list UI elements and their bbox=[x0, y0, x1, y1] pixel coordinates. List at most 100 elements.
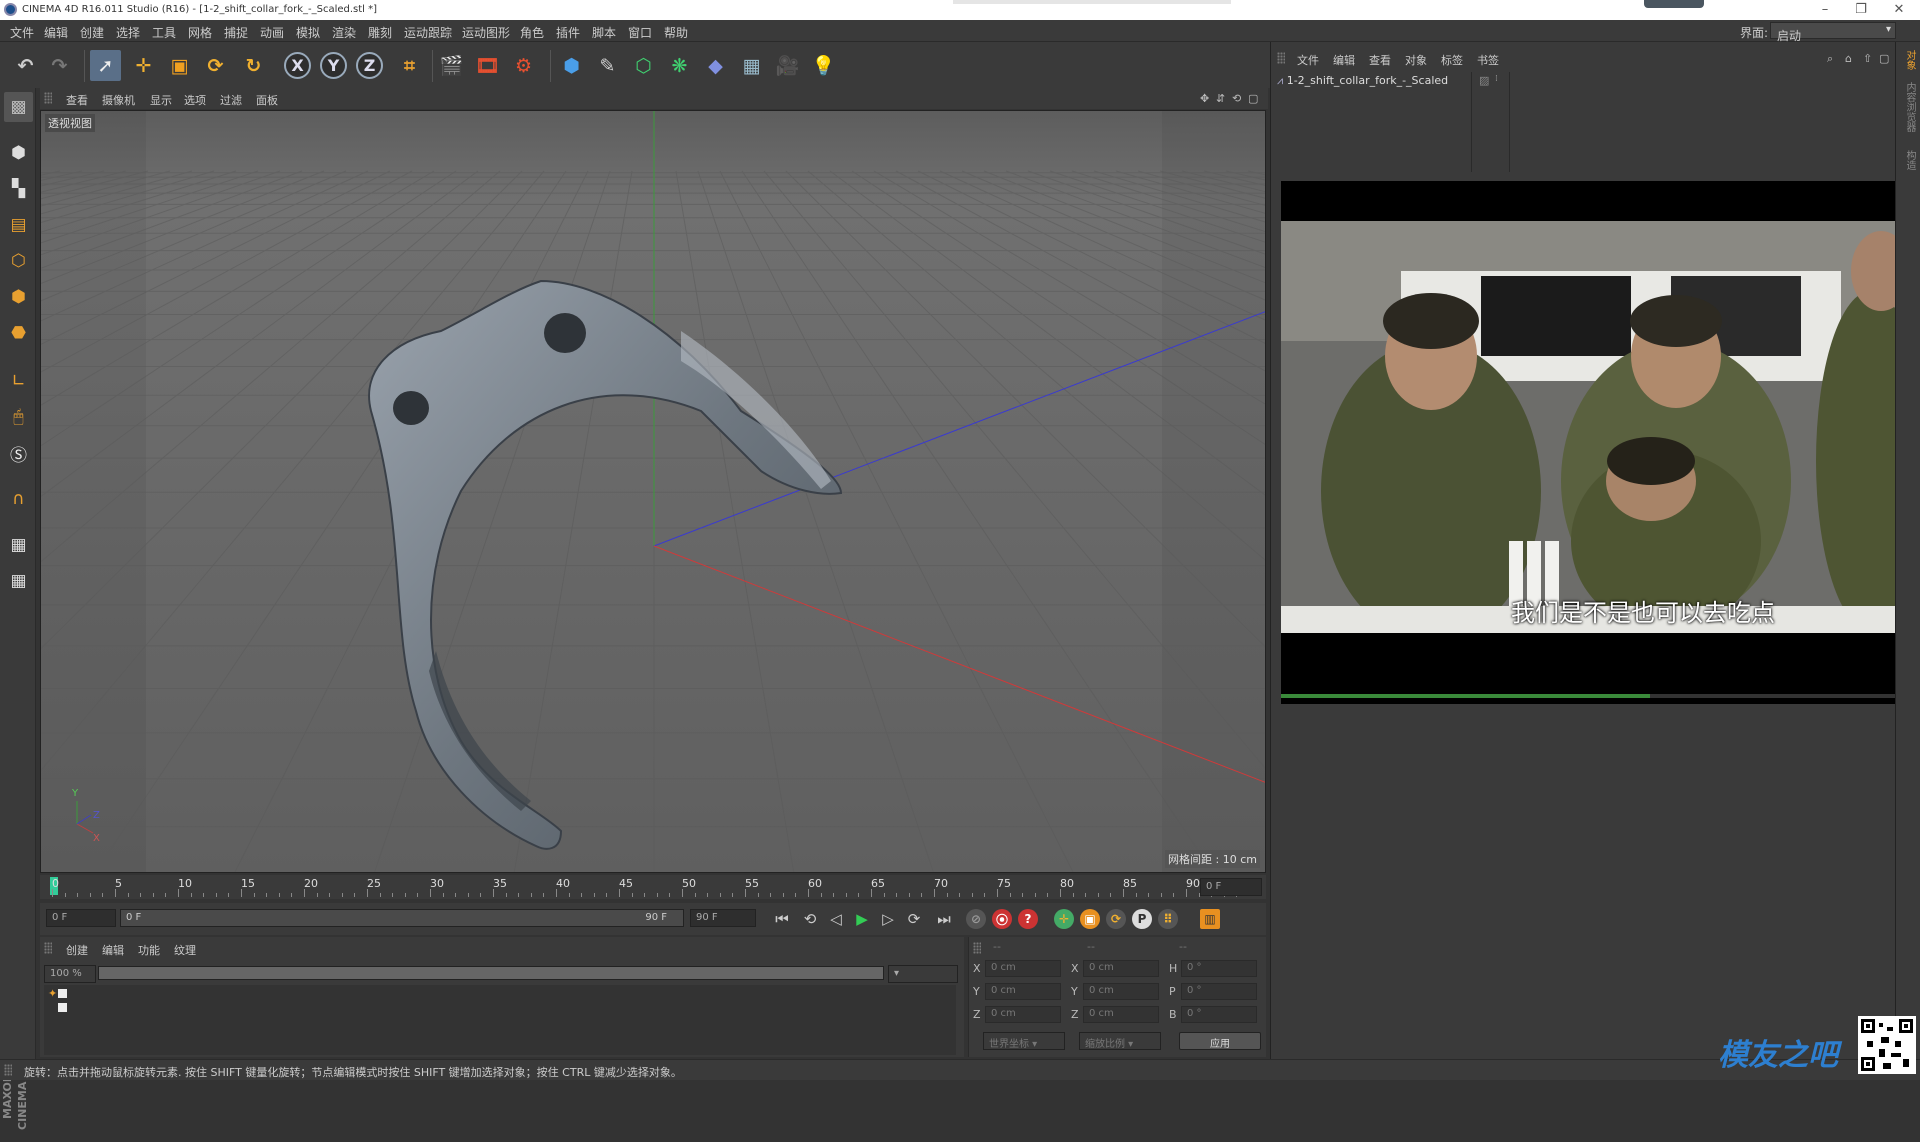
tab-content-browser[interactable]: 内容浏览器 bbox=[1899, 82, 1917, 132]
material-zoom-field[interactable]: 100 % bbox=[44, 965, 96, 983]
polygons-mode-icon[interactable]: ⬣ bbox=[4, 318, 33, 348]
position-y-field[interactable]: 0 cm bbox=[985, 983, 1061, 1000]
menu-script[interactable]: 脚本 bbox=[592, 24, 616, 41]
select-arrow-icon[interactable]: ➚ bbox=[90, 50, 121, 81]
coord-scale-dropdown[interactable]: 缩放比例 ▾ bbox=[1079, 1032, 1161, 1050]
go-to-end-icon[interactable]: ⏭ bbox=[932, 907, 956, 931]
minimize-icon[interactable]: – bbox=[1810, 2, 1840, 17]
rotation-b-field[interactable]: 0 ° bbox=[1181, 1006, 1257, 1023]
rotation-p-field[interactable]: 0 ° bbox=[1181, 983, 1257, 1000]
menu-help[interactable]: 帮助 bbox=[664, 24, 688, 41]
scale-icon[interactable]: ▣ bbox=[164, 50, 195, 81]
material-menu-edit[interactable]: 编辑 bbox=[102, 942, 124, 958]
snap-icon[interactable]: Ⓢ bbox=[4, 438, 33, 468]
move-icon[interactable]: ✛ bbox=[128, 50, 159, 81]
object-menu-bookmarks[interactable]: 书签 bbox=[1477, 52, 1499, 68]
object-menu-edit[interactable]: 编辑 bbox=[1333, 52, 1355, 68]
menu-simulate[interactable]: 模拟 bbox=[296, 24, 320, 41]
object-home-icon[interactable]: ⌂ bbox=[1845, 52, 1852, 65]
viewport-zoom-icon[interactable]: ⇵ bbox=[1216, 92, 1225, 105]
position-z-field[interactable]: 0 cm bbox=[985, 1006, 1061, 1023]
workplane-icon[interactable]: ▤ bbox=[4, 210, 33, 240]
menu-select[interactable]: 选择 bbox=[116, 24, 140, 41]
viewport-menu-display[interactable]: 显示 bbox=[150, 92, 172, 108]
edges-mode-icon[interactable]: ⬢ bbox=[4, 282, 33, 312]
undo-icon[interactable]: ↶ bbox=[10, 50, 41, 81]
planar-workplane-icon[interactable]: ▦ bbox=[4, 566, 33, 596]
keyframe-selection-icon[interactable]: ⊘ bbox=[966, 909, 986, 929]
menu-tools[interactable]: 工具 bbox=[152, 24, 176, 41]
recent-tool-icon[interactable]: ↻ bbox=[238, 50, 269, 81]
spline-pen-icon[interactable]: ✎ bbox=[592, 50, 623, 81]
end-frame-field[interactable]: 90 F bbox=[690, 909, 756, 927]
timeline-ruler[interactable]: 0 5 10 15 20 25 30 35 40 45 50 55 60 65 70 75 80 85 90 0 F bbox=[40, 875, 1266, 899]
viewport-menu-filter[interactable]: 过滤 bbox=[220, 92, 242, 108]
z-axis-lock-button[interactable]: Z bbox=[356, 52, 383, 79]
material-add-icon[interactable]: ✦ bbox=[48, 987, 57, 1000]
render-settings-icon[interactable]: ⚙ bbox=[508, 50, 539, 81]
object-menu-view[interactable]: 查看 bbox=[1369, 52, 1391, 68]
video-player[interactable]: 我们是不是也可以去吃点 bbox=[1281, 181, 1896, 704]
render-view-icon[interactable]: 🎬 bbox=[436, 50, 467, 81]
key-scale-icon[interactable]: ▣ bbox=[1080, 909, 1100, 929]
menu-animate[interactable]: 动画 bbox=[260, 24, 284, 41]
size-z-field[interactable]: 0 cm bbox=[1083, 1006, 1159, 1023]
coordinate-system-icon[interactable]: ⌗ bbox=[394, 50, 425, 81]
camera-icon[interactable]: 🎥 bbox=[772, 50, 803, 81]
menu-edit[interactable]: 编辑 bbox=[44, 24, 68, 41]
restore-icon[interactable]: ❐ bbox=[1846, 2, 1876, 17]
key-pla-icon[interactable]: ⠿ bbox=[1158, 909, 1178, 929]
magnet-icon[interactable]: ∩ bbox=[4, 484, 33, 514]
array-icon[interactable]: ❋ bbox=[664, 50, 695, 81]
floor-icon[interactable]: ▦ bbox=[736, 50, 767, 81]
menu-sculpt[interactable]: 雕刻 bbox=[368, 24, 392, 41]
video-progress-bar[interactable] bbox=[1281, 694, 1896, 698]
key-rotation-icon[interactable]: ⟳ bbox=[1106, 909, 1126, 929]
perspective-viewport[interactable]: Y Z X 透视视图 网格间距 : 10 cm bbox=[40, 110, 1266, 873]
floating-tab[interactable] bbox=[1644, 0, 1704, 8]
position-x-field[interactable]: 0 cm bbox=[985, 960, 1061, 977]
texture-mode-icon[interactable]: ▚ bbox=[4, 174, 33, 204]
viewport-menu-panel[interactable]: 面板 bbox=[256, 92, 278, 108]
tab-objects[interactable]: 对象 bbox=[1899, 50, 1917, 70]
render-picture-viewer-icon[interactable]: 🎞 bbox=[472, 50, 503, 81]
key-parameter-icon[interactable]: P bbox=[1132, 909, 1152, 929]
subdivision-icon[interactable]: ⬡ bbox=[628, 50, 659, 81]
timeline-window-icon[interactable]: ▥ bbox=[1200, 909, 1220, 929]
prev-frame-icon[interactable]: ◁ bbox=[824, 907, 848, 931]
next-keyframe-icon[interactable]: ⟳ bbox=[902, 907, 926, 931]
model-mode-icon[interactable]: ⬢ bbox=[4, 138, 33, 168]
prev-keyframe-icon[interactable]: ⟲ bbox=[798, 907, 822, 931]
object-search-icon[interactable]: ⌕ bbox=[1827, 52, 1833, 66]
cube-primitive-icon[interactable]: ⬢ bbox=[556, 50, 587, 81]
close-icon[interactable]: ✕ bbox=[1884, 2, 1914, 17]
light-icon[interactable]: 💡 bbox=[808, 50, 839, 81]
play-icon[interactable]: ▶ bbox=[850, 907, 874, 931]
rotation-h-field[interactable]: 0 ° bbox=[1181, 960, 1257, 977]
next-frame-icon[interactable]: ▷ bbox=[876, 907, 900, 931]
tweak-mode-icon[interactable]: 🖱 bbox=[4, 402, 33, 432]
object-new-view-icon[interactable]: ▢ bbox=[1879, 52, 1889, 65]
make-editable-icon[interactable]: ▩ bbox=[4, 92, 33, 122]
menu-mograph[interactable]: 运动图形 bbox=[462, 24, 510, 41]
key-position-icon[interactable]: ✛ bbox=[1054, 909, 1074, 929]
viewport-rotate-icon[interactable]: ⟲ bbox=[1232, 92, 1241, 105]
size-y-field[interactable]: 0 cm bbox=[1083, 983, 1159, 1000]
viewport-menu-options[interactable]: 选项 bbox=[184, 92, 206, 108]
material-scrollbar[interactable] bbox=[98, 966, 884, 980]
lock-workplane-icon[interactable]: ▦ bbox=[4, 530, 33, 560]
apply-button[interactable]: 应用 bbox=[1179, 1032, 1261, 1050]
current-frame-field[interactable]: 0 F bbox=[1200, 878, 1262, 896]
menu-character[interactable]: 角色 bbox=[520, 24, 544, 41]
deformer-icon[interactable]: ◆ bbox=[700, 50, 731, 81]
viewport-menu-cameras[interactable]: 摄像机 bbox=[102, 92, 135, 108]
x-axis-lock-button[interactable]: X bbox=[284, 52, 311, 79]
go-to-start-icon[interactable]: ⏮ bbox=[770, 907, 794, 931]
menu-plugins[interactable]: 插件 bbox=[556, 24, 580, 41]
size-x-field[interactable]: 0 cm bbox=[1083, 960, 1159, 977]
layout-select[interactable]: 启动 bbox=[1770, 22, 1896, 43]
viewport-menu-view[interactable]: 查看 bbox=[66, 92, 88, 108]
y-axis-lock-button[interactable]: Y bbox=[320, 52, 347, 79]
object-menu-file[interactable]: 文件 bbox=[1297, 52, 1319, 68]
rotate-icon[interactable]: ⟳ bbox=[200, 50, 231, 81]
